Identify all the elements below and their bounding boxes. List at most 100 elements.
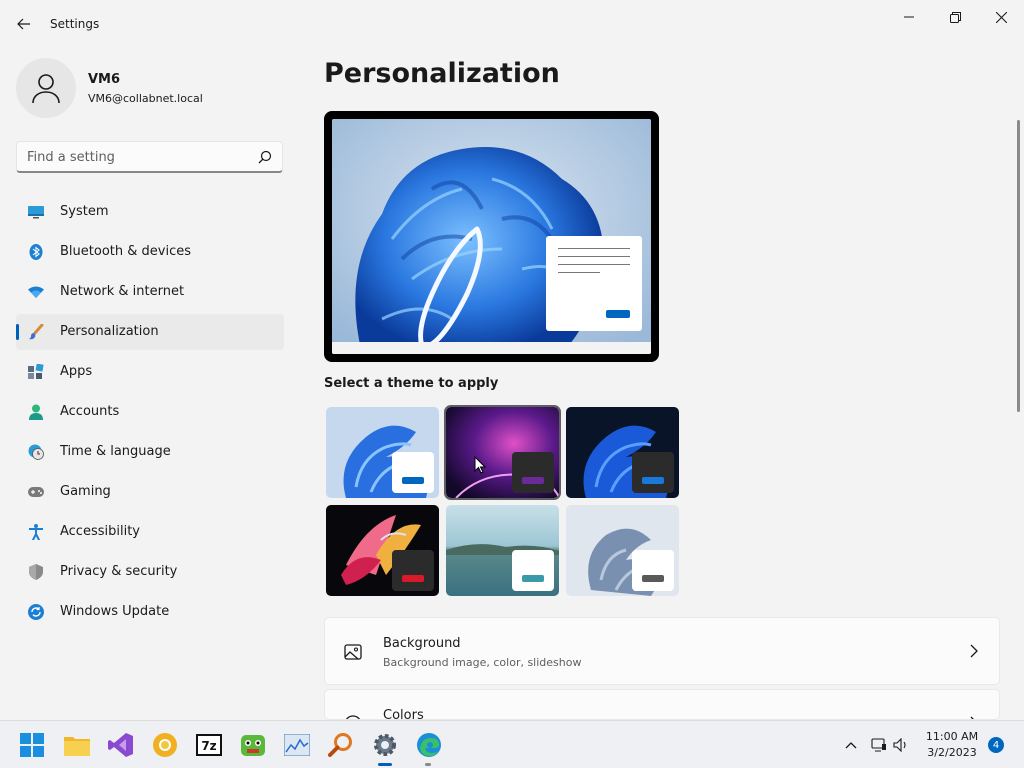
sidebar-item-label: Time & language bbox=[60, 444, 171, 459]
active-app-indicator bbox=[378, 763, 392, 766]
monitor-icon bbox=[28, 204, 44, 220]
bluetooth-icon bbox=[28, 244, 44, 260]
search-input[interactable] bbox=[27, 148, 247, 166]
sidebar-item-accessibility[interactable]: Accessibility bbox=[16, 514, 284, 550]
windows-logo-icon bbox=[20, 733, 44, 757]
colors-settings-card[interactable]: Colors bbox=[324, 689, 1000, 720]
brush-icon bbox=[28, 324, 44, 340]
theme-captured-motion[interactable] bbox=[326, 505, 439, 596]
scrollbar[interactable] bbox=[1017, 120, 1020, 412]
taskbar: 7z 11:00 AM 3/2/2023 4 bbox=[0, 720, 1024, 768]
sidebar-item-accounts[interactable]: Accounts bbox=[16, 394, 284, 430]
theme-windows-light[interactable] bbox=[326, 407, 439, 498]
edge-button[interactable] bbox=[415, 731, 443, 759]
account-email: VM6@collabnet.local bbox=[88, 92, 203, 105]
theme-swatch bbox=[632, 550, 674, 591]
theme-swatch bbox=[632, 452, 674, 493]
sidebar-item-personalization[interactable]: Personalization bbox=[16, 314, 284, 350]
file-explorer-button[interactable] bbox=[63, 731, 91, 759]
sidebar-item-label: Gaming bbox=[60, 484, 111, 499]
network-tray-button[interactable] bbox=[870, 736, 888, 754]
theme-glow[interactable] bbox=[444, 405, 561, 500]
theme-flow[interactable] bbox=[566, 505, 679, 596]
person-icon bbox=[28, 404, 44, 420]
network-icon bbox=[871, 738, 886, 752]
notification-badge[interactable]: 4 bbox=[988, 737, 1004, 753]
theme-preview bbox=[324, 111, 659, 362]
gamepad-icon bbox=[28, 484, 44, 500]
sidebar-item-windows-update[interactable]: Windows Update bbox=[16, 594, 284, 630]
sidebar-item-label: Personalization bbox=[60, 324, 159, 339]
theme-windows-dark[interactable] bbox=[566, 407, 679, 498]
desktop-preview bbox=[332, 119, 651, 354]
settings-app-button[interactable] bbox=[371, 731, 399, 759]
person-icon bbox=[32, 74, 60, 104]
7zip-icon: 7z bbox=[196, 734, 222, 756]
sidebar-item-apps[interactable]: Apps bbox=[16, 354, 284, 390]
volume-tray-button[interactable] bbox=[892, 736, 910, 754]
show-hidden-icons-button[interactable] bbox=[842, 736, 860, 754]
monster-icon bbox=[241, 735, 265, 756]
edge-icon bbox=[417, 733, 441, 757]
preview-accent-button bbox=[606, 310, 630, 318]
shield-icon bbox=[28, 564, 44, 580]
sidebar-item-bluetooth[interactable]: Bluetooth & devices bbox=[16, 234, 284, 270]
start-button[interactable] bbox=[18, 731, 46, 759]
sidebar-item-gaming[interactable]: Gaming bbox=[16, 474, 284, 510]
sidebar-item-label: Bluetooth & devices bbox=[60, 244, 191, 259]
theme-sunrise[interactable] bbox=[446, 505, 559, 596]
chevron-up-icon bbox=[845, 742, 857, 749]
browser-button[interactable] bbox=[151, 731, 179, 759]
chevron-right-icon bbox=[970, 644, 978, 658]
account-name: VM6 bbox=[88, 72, 121, 87]
close-button[interactable] bbox=[978, 4, 1024, 30]
sidebar-item-system[interactable]: System bbox=[16, 194, 284, 230]
game-app-button[interactable] bbox=[239, 731, 267, 759]
7zip-button[interactable]: 7z bbox=[195, 731, 223, 759]
minimize-icon bbox=[904, 16, 914, 18]
sidebar-item-time-language[interactable]: Time & language bbox=[16, 434, 284, 470]
image-icon bbox=[344, 644, 362, 660]
chart-window-icon bbox=[284, 734, 310, 756]
performance-monitor-button[interactable] bbox=[283, 731, 311, 759]
back-button[interactable] bbox=[12, 12, 36, 36]
card-title: Background bbox=[383, 636, 461, 651]
themes-label: Select a theme to apply bbox=[324, 376, 499, 391]
speaker-icon bbox=[893, 738, 906, 752]
back-arrow-icon bbox=[17, 18, 30, 30]
background-settings-card[interactable]: Background Background image, color, slid… bbox=[324, 617, 1000, 685]
sidebar-item-network[interactable]: Network & internet bbox=[16, 274, 284, 310]
search-box[interactable] bbox=[16, 141, 283, 173]
minimize-button[interactable] bbox=[886, 4, 932, 30]
visual-studio-icon bbox=[108, 733, 133, 757]
preview-window bbox=[546, 236, 642, 331]
card-subtitle: Background image, color, slideshow bbox=[383, 656, 582, 669]
page-title: Personalization bbox=[324, 58, 560, 89]
theme-swatch bbox=[512, 452, 554, 493]
magnifier-icon bbox=[328, 733, 352, 757]
accessibility-icon bbox=[28, 524, 44, 540]
sidebar-item-label: Windows Update bbox=[60, 604, 170, 619]
close-icon bbox=[995, 11, 1007, 23]
search-icon[interactable] bbox=[258, 150, 272, 164]
clock-globe-icon bbox=[28, 444, 44, 460]
card-title: Colors bbox=[383, 708, 424, 720]
sidebar-item-privacy-security[interactable]: Privacy & security bbox=[16, 554, 284, 590]
sidebar-item-label: Privacy & security bbox=[60, 564, 178, 579]
sidebar-nav: System Bluetooth & devices Network & int… bbox=[16, 194, 284, 634]
apps-icon bbox=[28, 364, 44, 380]
visual-studio-button[interactable] bbox=[107, 731, 135, 759]
preview-taskbar bbox=[332, 342, 651, 354]
avatar[interactable] bbox=[16, 58, 76, 118]
theme-swatch bbox=[512, 550, 554, 591]
yellow-circle-icon bbox=[153, 733, 177, 757]
sidebar-item-label: Accessibility bbox=[60, 524, 140, 539]
search-app-button[interactable] bbox=[327, 731, 355, 759]
restore-button[interactable] bbox=[932, 4, 978, 30]
sidebar-item-label: System bbox=[60, 204, 109, 219]
sidebar-item-label: Accounts bbox=[60, 404, 120, 419]
sidebar-item-label: Network & internet bbox=[60, 284, 185, 299]
clock-time[interactable]: 11:00 AM bbox=[920, 730, 984, 743]
clock-date[interactable]: 3/2/2023 bbox=[920, 746, 984, 759]
mouse-cursor-icon bbox=[474, 456, 486, 474]
